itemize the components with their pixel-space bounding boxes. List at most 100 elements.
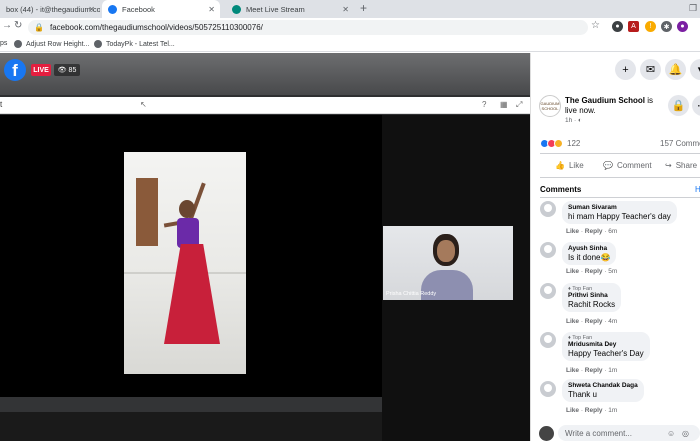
comment-time[interactable]: 1m [608, 367, 617, 374]
comment-text: Rachit Rocks [568, 300, 616, 309]
comment-meta: Like · Reply · 5m [566, 268, 618, 275]
forward-arrow-icon[interactable]: → [2, 20, 12, 31]
comment-reply-link[interactable]: Reply [585, 318, 603, 325]
create-plus-button[interactable]: + [615, 59, 636, 80]
comment-placeholder: Write a comment... [565, 428, 632, 438]
comment-meta: Like · Reply · 6m [566, 228, 618, 235]
bookmark-item[interactable]: ps [0, 40, 7, 47]
bookmark-star-icon[interactable]: ☆ [591, 20, 600, 31]
post-header: The Gaudium School is live now. [565, 96, 665, 116]
globe-icon [94, 40, 102, 48]
share-button[interactable]: ↪ Share [665, 161, 697, 170]
comment-reply-link[interactable]: Reply [585, 407, 603, 414]
tab-facebook[interactable]: Facebook ✕ [102, 0, 220, 18]
dancer-torso [177, 218, 199, 248]
comment-time[interactable]: 1m [608, 407, 617, 414]
notifications-bell-icon[interactable]: 🔔 [665, 59, 686, 80]
divider [540, 177, 700, 178]
viewer-count: 85 [68, 66, 77, 74]
messenger-icon[interactable]: ✉ [640, 59, 661, 80]
like-button[interactable]: 👍 Like [555, 161, 584, 170]
comment-bubble: Suman Sivaram hi mam Happy Teacher's day [562, 201, 677, 224]
comment-reply-link[interactable]: Reply [585, 367, 603, 374]
comment-meta: Like · Reply · 4m [566, 318, 618, 325]
commenter-avatar[interactable] [540, 381, 556, 397]
post-time-label[interactable]: 1h [565, 117, 572, 124]
bookmark-label: TodayPk - Latest Tel... [106, 40, 175, 48]
comment-text: Happy Teacher's Day [568, 349, 644, 358]
comment-time[interactable]: 6m [608, 228, 617, 235]
commenter-avatar[interactable] [540, 332, 556, 348]
lock-icon[interactable]: 🔒 [668, 95, 689, 116]
reaction-summary[interactable]: 122 [540, 139, 580, 148]
comment-time[interactable]: 4m [608, 318, 617, 325]
commenter-name[interactable]: Mridusmita Dey [568, 341, 644, 348]
close-tab-icon[interactable]: ✕ [342, 5, 349, 14]
bookmark-item[interactable]: TodayPk - Latest Tel... [94, 40, 175, 48]
emoji-icon[interactable]: ☺ [667, 429, 675, 438]
bookmark-item[interactable]: Adjust Row Height... [14, 40, 89, 48]
facebook-logo-icon[interactable]: f [4, 59, 26, 81]
commenter-avatar[interactable] [540, 201, 556, 217]
comment-bubble: Ayush Sinha Is it done😂 [562, 242, 617, 265]
comment-input[interactable]: Write a comment... [558, 425, 700, 441]
comment-bubble-icon: 💬 [603, 161, 613, 170]
comment-like-link[interactable]: Like [566, 367, 579, 374]
comment-button[interactable]: 💬 Comment [603, 161, 652, 170]
cursor-icon: ↖ [140, 100, 147, 109]
comment-reply-link[interactable]: Reply [585, 268, 603, 275]
reload-icon[interactable]: ↻ [14, 20, 22, 31]
commenter-name[interactable]: Prithvi Sinha [568, 292, 615, 299]
fullscreen-icon[interactable]: ⤢ [516, 100, 522, 110]
comments-filter-link[interactable]: H [695, 185, 700, 194]
comment-like-link[interactable]: Like [566, 318, 579, 325]
thumbs-up-icon: 👍 [555, 161, 565, 170]
url-text: facebook.com/thegaudiumschool/videos/505… [49, 23, 263, 32]
page-avatar[interactable]: GAUDIUM SCHOOL [539, 95, 561, 117]
tab-title: box (44) - it@thegaudium.com [6, 4, 100, 14]
commenter-name[interactable]: Ayush Sinha [568, 245, 610, 252]
comment-bubble: ♦ Top Fan Mridusmita Dey Happy Teacher's… [562, 332, 650, 361]
commenter-avatar[interactable] [540, 242, 556, 258]
commenter-name[interactable]: Shweta Chandak Daga [568, 382, 638, 389]
address-bar[interactable]: 🔒 facebook.com/thegaudiumschool/videos/5… [28, 20, 588, 35]
window-restore-icon[interactable]: ❐ [689, 3, 697, 14]
divider [540, 153, 700, 154]
bulb-extension-icon[interactable]: ! [645, 21, 656, 32]
grid-view-icon[interactable]: ▦ [500, 100, 508, 109]
divider [540, 197, 700, 198]
bookmark-label: ps [0, 40, 8, 47]
comment-like-link[interactable]: Like [566, 407, 579, 414]
comments-header: Comments [540, 185, 582, 194]
tab-title: Meet Live Stream [246, 4, 305, 14]
comment-text: Thank u [568, 390, 597, 399]
tab-inbox[interactable]: box (44) - it@thegaudium.com ✕ [0, 0, 100, 18]
close-tab-icon[interactable]: ✕ [208, 5, 215, 14]
commenter-name[interactable]: Suman Sivaram [568, 204, 671, 211]
pdf-extension-icon[interactable]: A [628, 21, 639, 32]
page-name[interactable]: The Gaudium School [565, 96, 645, 105]
extension-icon[interactable]: ● [612, 21, 623, 32]
facebook-favicon-icon [108, 4, 117, 14]
my-avatar[interactable] [539, 426, 554, 441]
comment-like-link[interactable]: Like [566, 228, 579, 235]
profile-avatar[interactable]: ● [677, 21, 688, 32]
live-badge: LIVE [31, 64, 51, 76]
comment-like-link[interactable]: Like [566, 268, 579, 275]
tab-meet-live-stream[interactable]: Meet Live Stream ✕ [226, 0, 354, 18]
tab-title: Facebook [122, 4, 155, 14]
bookmark-label: Adjust Row Height... [26, 40, 90, 48]
meet-favicon-icon [232, 4, 241, 14]
meet-header-text: t [0, 100, 3, 109]
comment-time[interactable]: 5m [608, 268, 617, 275]
camera-icon[interactable]: ◎ [682, 429, 689, 438]
help-icon[interactable]: ? [482, 100, 486, 109]
puzzle-extensions-icon[interactable]: ✱ [661, 21, 672, 32]
post-time: 1h · ◐ [565, 117, 582, 124]
comment-count[interactable]: 157 Comme [660, 139, 700, 148]
close-tab-icon[interactable]: ✕ [88, 5, 95, 14]
comment-reply-link[interactable]: Reply [585, 228, 603, 235]
participant-video-tile: Prisha Chittia Reddy [383, 226, 513, 300]
new-tab-plus-icon[interactable]: + [360, 1, 367, 15]
commenter-avatar[interactable] [540, 283, 556, 299]
